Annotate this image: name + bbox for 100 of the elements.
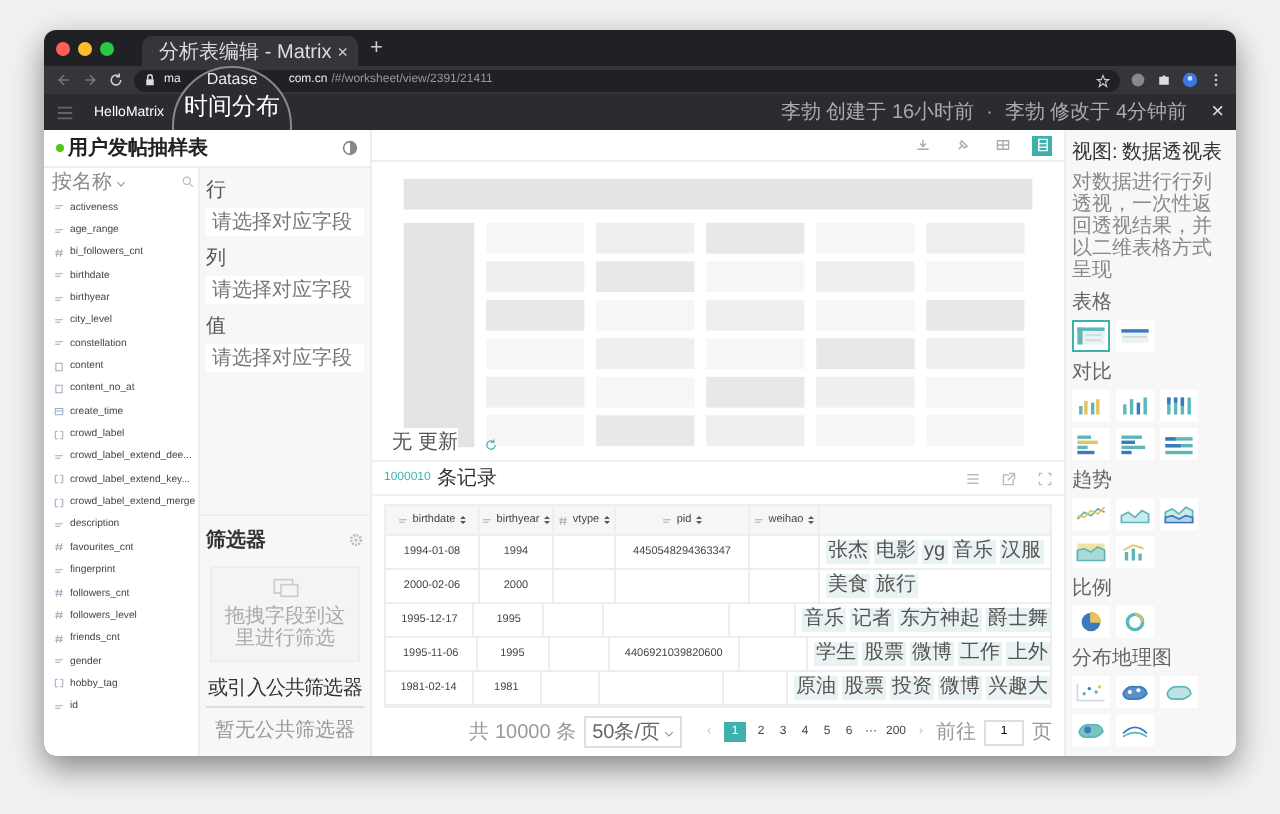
horizontal-bar-chart-icon[interactable] (1116, 428, 1154, 460)
close-window-icon[interactable] (56, 41, 70, 55)
view-label: 视图: (1072, 139, 1118, 166)
brackets-icon (54, 474, 64, 485)
tag: 张杰 (826, 540, 870, 564)
donut-chart-icon[interactable] (1116, 606, 1154, 638)
table-button[interactable] (1032, 135, 1052, 155)
pie-chart-icon[interactable] (1072, 606, 1110, 638)
sort-icon[interactable] (807, 516, 814, 524)
view-description: 对数据进行行列透视，一次性返回透视结果，并以二维表格方式呈现 (1072, 172, 1214, 282)
bar-line-chart-icon[interactable] (1116, 536, 1154, 568)
text-lines-icon (54, 293, 64, 304)
pivot-table-icon[interactable] (1072, 320, 1110, 352)
page-size-select[interactable]: 50条/页 (584, 716, 682, 748)
tag: 爵士舞 (986, 608, 1050, 632)
sort-icon[interactable] (603, 516, 610, 524)
caret-icon (663, 730, 674, 738)
refresh-icon[interactable] (484, 438, 498, 452)
tag: 投资 (890, 676, 934, 700)
tag: 电影 (874, 540, 918, 564)
hash-icon (54, 247, 64, 258)
bar-chart-icon[interactable] (1072, 390, 1110, 422)
tag: 兴趣大 (986, 676, 1050, 700)
field-select[interactable]: 请选择对应字段 (206, 276, 364, 304)
text-lines-icon (54, 225, 64, 236)
grid-button[interactable] (992, 135, 1012, 155)
forward-icon[interactable] (82, 72, 98, 88)
tag: 音乐 (802, 608, 846, 632)
text-lines-icon (54, 565, 64, 576)
hash-icon (54, 542, 64, 553)
tag: 美食 (826, 574, 870, 598)
hash-icon (54, 610, 64, 621)
table-icon[interactable] (1116, 320, 1154, 352)
hash-icon (54, 588, 64, 599)
sort-icon[interactable] (459, 516, 466, 524)
stacked-bar-chart-icon[interactable] (1160, 390, 1198, 422)
back-icon[interactable] (56, 72, 72, 88)
tag: 股票 (862, 642, 906, 666)
line-chart-icon[interactable] (1072, 498, 1110, 530)
avatar-icon[interactable] (1182, 72, 1198, 88)
tag: 学生 (814, 642, 858, 666)
modified-info: 李勃 修改于 4分钟前 (1004, 99, 1188, 126)
text-lines-icon (398, 515, 409, 525)
tab-title: 分析表编辑 - Matrix (159, 39, 332, 65)
text-lines-icon (54, 315, 64, 326)
field-select[interactable]: 请选择对应字段 (206, 208, 364, 236)
table-name[interactable]: 用户发帖抽样表 (56, 134, 208, 162)
tag: 微博 (910, 642, 954, 666)
field-select[interactable]: 请选择对应字段 (206, 344, 364, 372)
chart-group-title: 表格 (1072, 289, 1114, 316)
tag: 工作 (958, 642, 1002, 666)
tag: 上外 (1006, 642, 1050, 666)
bar-chart-icon[interactable] (1116, 390, 1154, 422)
filter-title: 筛选器 (206, 527, 266, 554)
text-lines-icon (662, 515, 673, 525)
contrast-icon[interactable] (342, 140, 358, 156)
tab-close-button[interactable]: × (337, 41, 348, 61)
lock-icon (144, 74, 156, 86)
separator-dot: · (986, 101, 993, 123)
sort-dropdown[interactable]: 按名称 (52, 168, 126, 196)
drag-field-icon (271, 578, 299, 598)
brackets-icon (54, 678, 64, 689)
caret-icon (116, 180, 126, 188)
text-lines-icon (54, 270, 64, 281)
area-chart-icon[interactable] (1116, 498, 1154, 530)
new-tab-button[interactable]: + (370, 36, 383, 60)
tag: 音乐 (951, 540, 996, 564)
reload-icon[interactable] (108, 72, 124, 88)
menu-icon[interactable] (56, 103, 74, 121)
public-filter-title: 或引入公共筛选器 (206, 674, 364, 708)
text-lines-icon (54, 519, 64, 530)
close-button[interactable]: × (1211, 100, 1224, 124)
total-count: 共 10000 条 (469, 719, 577, 746)
search-icon[interactable] (182, 176, 194, 188)
tag: 股票 (842, 676, 886, 700)
star-icon[interactable] (1096, 73, 1110, 87)
browser-tab[interactable]: 分析表编辑 - Matrix × (142, 36, 358, 66)
area-chart-icon[interactable] (1072, 536, 1110, 568)
area-chart-icon[interactable] (1160, 498, 1198, 530)
tag: 记者 (850, 608, 894, 632)
external-link-icon[interactable] (1002, 471, 1016, 485)
sort-icon[interactable] (695, 516, 702, 524)
view-title: 数据透视表 (1121, 139, 1222, 166)
extension-icon[interactable] (1130, 72, 1146, 88)
fullscreen-icon[interactable] (1038, 471, 1052, 485)
download-button[interactable] (912, 135, 932, 155)
chart-group-title: 比例 (1072, 575, 1114, 602)
minimize-window-icon[interactable] (78, 41, 92, 55)
chart-group-title: 分布地理图 (1072, 645, 1174, 672)
goto-label: 前往 (936, 719, 976, 746)
calendar-icon (54, 406, 64, 417)
horizontal-bar-chart-icon[interactable] (1160, 428, 1198, 460)
record-label: 条记录 (436, 466, 497, 492)
maximize-window-icon[interactable] (100, 41, 114, 55)
text-lines-icon (54, 451, 64, 462)
update-status: 无 更新 (392, 428, 458, 456)
magnified-text: Datase (206, 70, 258, 90)
horizontal-bar-chart-icon[interactable] (1072, 428, 1110, 460)
sort-icon[interactable] (543, 516, 550, 524)
list-icon[interactable] (966, 471, 980, 485)
